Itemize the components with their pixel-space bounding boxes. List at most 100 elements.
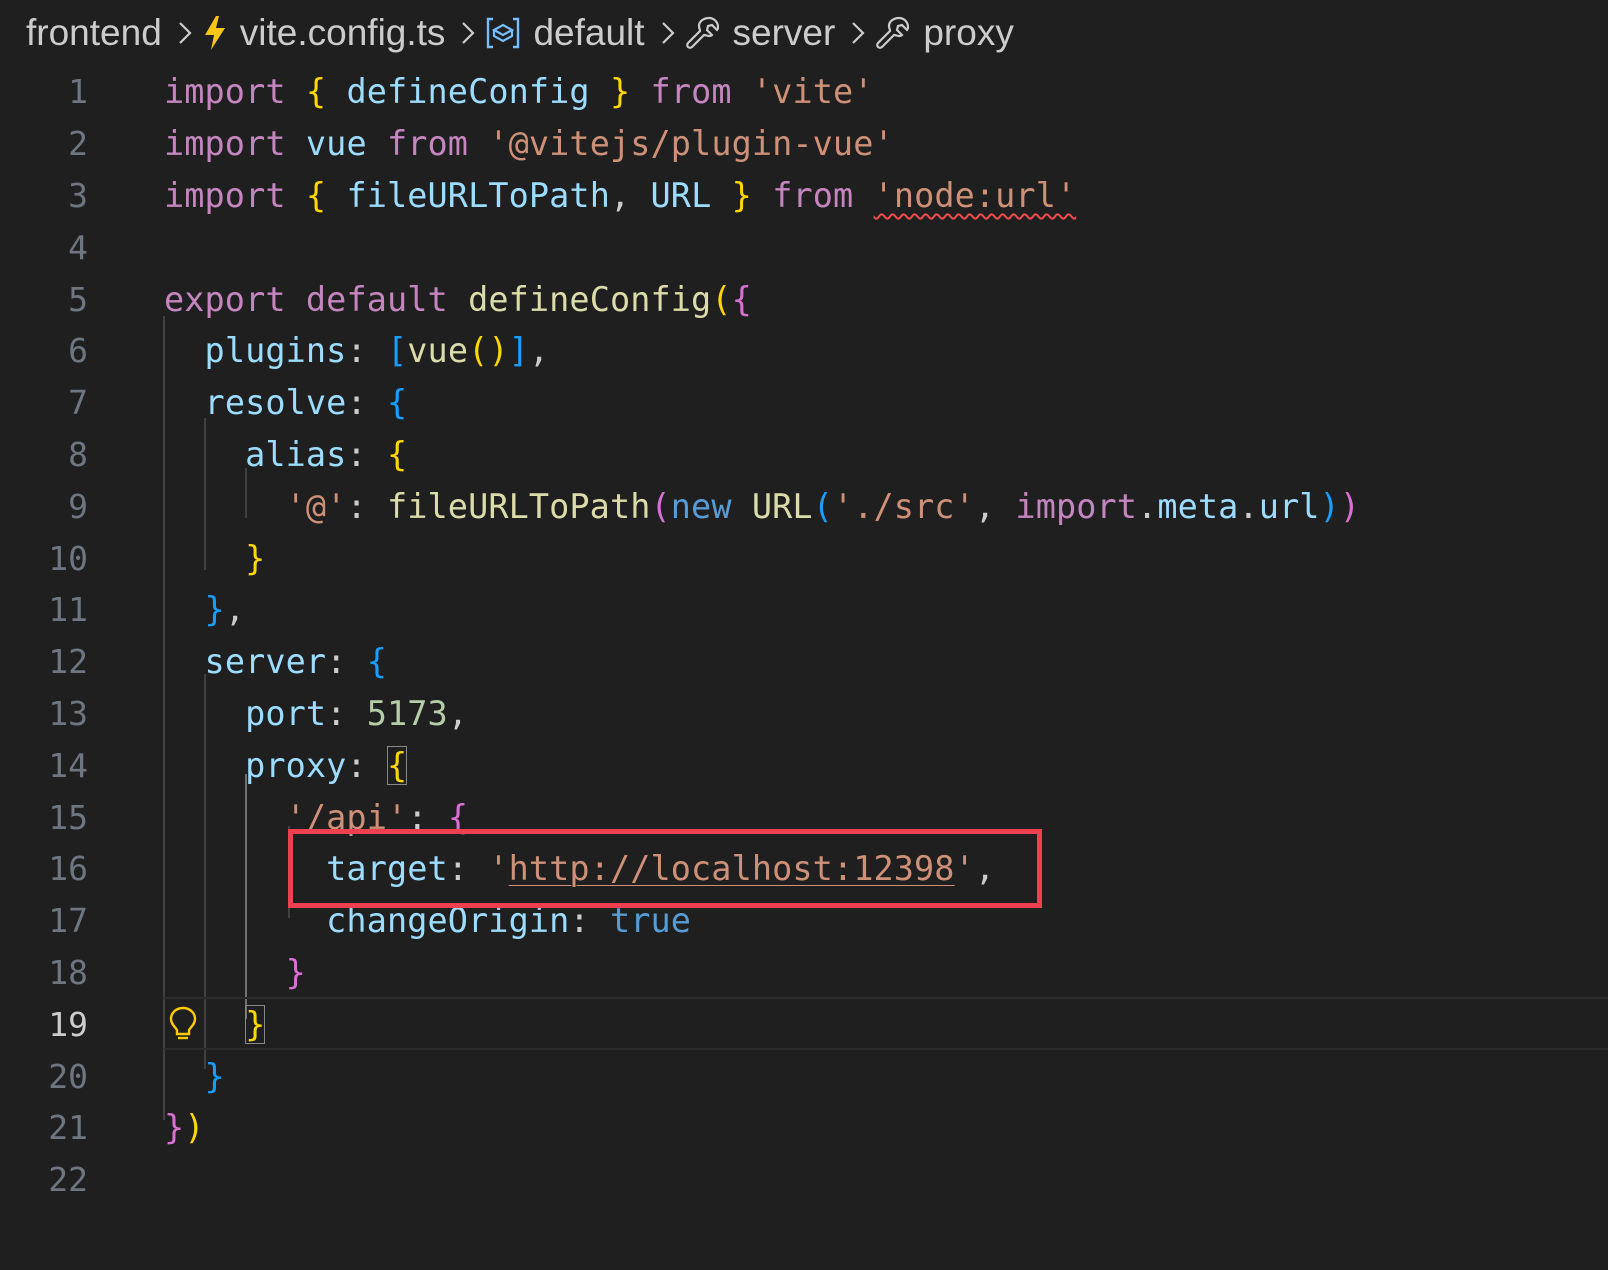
string-quote: ' (488, 849, 509, 889)
property-key: alias (245, 434, 347, 474)
code-line-16[interactable]: target: 'http://localhost:12398', (0, 843, 1608, 895)
breadcrumb: frontend vite.config.ts default server p… (0, 0, 1608, 66)
keyword: from (650, 72, 732, 112)
url-link[interactable]: http://localhost:12398 (509, 849, 955, 888)
punctuation: : (346, 383, 367, 423)
code-line-8[interactable]: alias: { (0, 429, 1608, 481)
breadcrumb-item-folder[interactable]: frontend (20, 12, 168, 54)
brace: { (731, 279, 752, 319)
brace: { (387, 383, 408, 423)
brace: { (386, 434, 408, 474)
property-key: proxy (245, 745, 347, 785)
breadcrumb-item-server[interactable]: server (685, 12, 842, 54)
punctuation: : (326, 693, 347, 733)
brace: { (305, 175, 327, 215)
code-line-13[interactable]: port: 5173, (0, 688, 1608, 740)
brace: } (245, 538, 266, 578)
brace: } (204, 590, 225, 630)
code-line-7[interactable]: resolve: { (0, 377, 1608, 429)
punctuation: , (974, 486, 996, 526)
paren: ) (1339, 486, 1361, 526)
chevron-right-icon (461, 21, 475, 45)
property-key: server (204, 642, 327, 682)
code-line-12[interactable]: server: { (0, 636, 1608, 688)
paren: ( (650, 486, 671, 526)
breadcrumb-item-default[interactable]: default (485, 12, 650, 54)
bracket: ] (508, 331, 529, 371)
code-line-19[interactable]: } (0, 998, 1608, 1050)
code-line-11[interactable]: }, (0, 584, 1608, 636)
string-with-error[interactable]: 'node:url' (874, 176, 1077, 215)
code-line-21[interactable]: }) (0, 1102, 1608, 1154)
chevron-right-icon (851, 21, 865, 45)
code-line-10[interactable]: } (0, 532, 1608, 584)
punctuation: : (447, 849, 469, 889)
property-key: port (245, 693, 327, 733)
keyword: import (164, 124, 286, 164)
lightning-icon (202, 15, 228, 51)
bracket-match: { (386, 745, 408, 785)
code-line-5[interactable]: export default defineConfig({ (0, 273, 1608, 325)
bracket-match: } (245, 1004, 266, 1044)
code-line-18[interactable]: } (0, 947, 1608, 999)
string: 'vite' (751, 72, 874, 112)
identifier: vue (305, 124, 367, 164)
chevron-right-icon (661, 21, 675, 45)
brace: } (609, 72, 631, 112)
code-line-3[interactable]: import { fileURLToPath, URL } from 'node… (0, 170, 1608, 222)
punctuation: : (346, 331, 367, 371)
breadcrumb-item-proxy[interactable]: proxy (875, 12, 1019, 54)
chevron-right-icon (178, 21, 192, 45)
property-key: resolve (204, 383, 347, 423)
breadcrumb-label: vite.config.ts (239, 12, 446, 53)
identifier: defineConfig (346, 72, 590, 112)
punctuation: : (569, 901, 590, 941)
brace: } (164, 1108, 185, 1148)
punctuation: , (528, 331, 550, 371)
paren: () (468, 331, 509, 371)
punctuation: : (346, 486, 367, 526)
code-line-15[interactable]: '/api': { (0, 791, 1608, 843)
keyword: new (670, 486, 732, 526)
code-line-2[interactable]: import vue from '@vitejs/plugin-vue' (0, 118, 1608, 170)
punctuation: , (974, 849, 996, 889)
code-editor[interactable]: 1 2 3 4 5 6 7 8 9 10 11 12 13 14 15 16 1… (0, 66, 1608, 1270)
property: url (1258, 486, 1320, 526)
code-line-9[interactable]: '@': fileURLToPath(new URL('./src', impo… (0, 480, 1608, 532)
breadcrumb-label: frontend (26, 12, 162, 53)
boolean: true (609, 901, 692, 941)
string-key: '/api' (285, 797, 408, 837)
property: meta (1157, 486, 1239, 526)
paren: ( (711, 279, 732, 319)
punctuation: , (224, 590, 246, 630)
breadcrumb-label: server (732, 12, 836, 53)
line-number: 22 (48, 1160, 88, 1200)
paren: ) (184, 1108, 205, 1148)
code-line-17[interactable]: changeOrigin: true (0, 895, 1608, 947)
breadcrumb-item-file[interactable]: vite.config.ts (202, 12, 452, 54)
module-icon (485, 16, 521, 50)
code-line-6[interactable]: plugins: [vue()], (0, 325, 1608, 377)
brace: } (285, 952, 306, 992)
punctuation: , (447, 693, 469, 733)
breadcrumb-label: proxy (923, 12, 1014, 53)
code-line-20[interactable]: } (0, 1050, 1608, 1102)
property-key: plugins (204, 331, 347, 371)
paren: ) (1319, 486, 1340, 526)
code-line-1[interactable]: import { defineConfig } from 'vite' (0, 66, 1608, 118)
number: 5173 (366, 693, 448, 733)
breadcrumb-label: default (533, 12, 645, 53)
punctuation: . (1238, 486, 1259, 526)
keyword: import (164, 175, 286, 215)
code-line-14[interactable]: proxy: { (0, 739, 1608, 791)
punctuation: : (346, 434, 367, 474)
wrench-icon (875, 15, 911, 51)
brace: { (366, 642, 388, 682)
function-name: defineConfig (468, 279, 712, 319)
line-number: 4 (68, 227, 88, 267)
keyword: import (164, 72, 286, 112)
string-key: '@' (285, 486, 347, 526)
string: '@vitejs/plugin-vue' (488, 124, 894, 164)
property-key: changeOrigin (326, 901, 570, 941)
lightbulb-icon[interactable] (168, 1004, 198, 1044)
